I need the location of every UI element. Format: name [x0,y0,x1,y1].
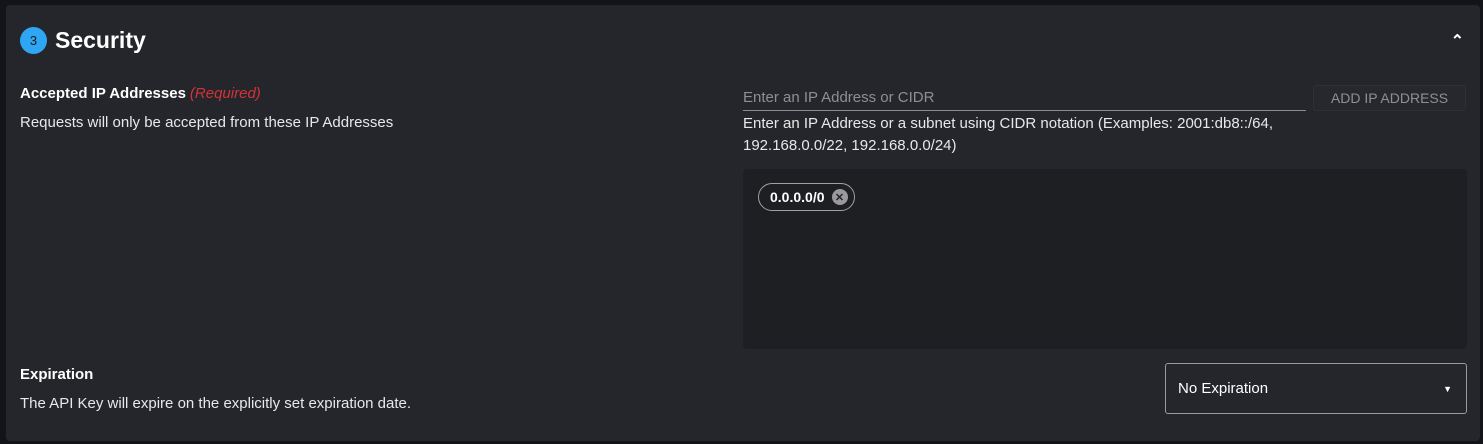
section-header: 3 Security [20,27,146,54]
step-number-badge: 3 [20,27,47,54]
section-title: Security [55,27,146,53]
ip-chip: 0.0.0.0/0 ✕ [758,183,855,211]
ip-addresses-description: Requests will only be accepted from thes… [20,114,394,131]
expiration-description: The API Key will expire on the explicitl… [20,395,412,412]
expiration-selected-value: No Expiration [1178,380,1269,397]
ip-addresses-label: Accepted IP Addresses (Required) [20,85,261,102]
caret-down-icon: ▼ [1443,383,1452,394]
security-section: 3 Security ⌃ Accepted IP Addresses (Requi… [6,5,1480,441]
expiration-label: Expiration [20,366,94,383]
ip-chip-label: 0.0.0.0/0 [770,189,825,205]
required-indicator: (Required) [189,85,261,102]
ip-address-input[interactable] [743,85,1306,111]
remove-chip-icon[interactable]: ✕ [831,189,848,205]
expiration-select[interactable]: No Expiration ▼ [1165,363,1467,414]
ip-label-text: Accepted IP Addresses [20,85,186,102]
ip-chip-list: 0.0.0.0/0 ✕ [743,169,1467,349]
add-ip-address-button[interactable]: ADD IP ADDRESS [1313,85,1466,111]
ip-hint-text: Enter an IP Address or a subnet using CI… [743,115,1274,154]
chevron-up-icon[interactable]: ⌃ [1451,31,1464,51]
